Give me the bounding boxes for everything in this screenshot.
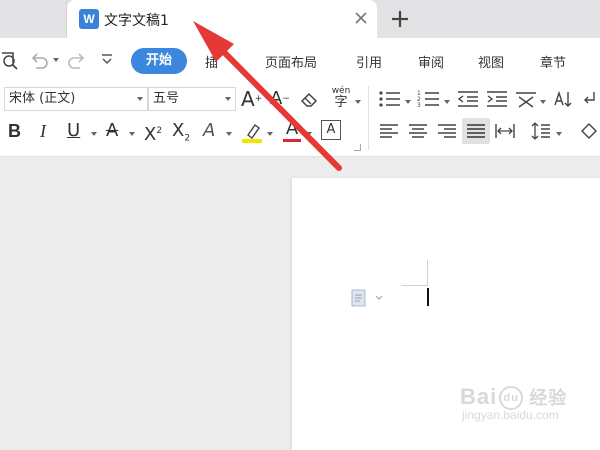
tab-view[interactable]: 视图 xyxy=(478,52,504,71)
font-color-dropdown-icon[interactable] xyxy=(306,132,312,136)
undo-icon[interactable] xyxy=(28,50,50,72)
ribbon: 开始 插 页面布局 引用 审阅 视图 章节 宋体 (正文) 五号 A+ A− w… xyxy=(0,38,600,157)
ribbon-group-separator xyxy=(368,86,369,150)
align-left-icon[interactable] xyxy=(378,122,400,140)
tab-previous[interactable] xyxy=(0,0,67,38)
bold-icon[interactable]: B xyxy=(8,120,21,142)
italic-icon[interactable]: I xyxy=(40,120,46,142)
margin-corner-mark xyxy=(401,285,427,286)
margin-corner-mark xyxy=(427,260,428,286)
watermark-brand: Bai xyxy=(460,384,498,409)
increase-indent-icon[interactable] xyxy=(485,89,509,109)
sort-icon[interactable] xyxy=(552,88,574,110)
superscript-icon[interactable]: X2 xyxy=(144,120,162,146)
writer-doc-icon: W xyxy=(79,9,99,29)
tab-review[interactable]: 审阅 xyxy=(418,52,444,71)
tab-title: 文字文稿1 xyxy=(104,13,169,29)
chinese-layout-dropdown-icon[interactable] xyxy=(540,100,546,104)
text-effect-icon[interactable]: A xyxy=(203,120,215,142)
font-dialog-launcher-icon[interactable] xyxy=(354,144,361,151)
paw-logo: du xyxy=(499,386,524,411)
print-preview-icon[interactable] xyxy=(0,50,22,72)
font-size-value: 五号 xyxy=(153,91,180,106)
show-paragraph-marks-icon[interactable] xyxy=(580,88,600,110)
chevron-down-icon xyxy=(225,97,231,101)
customize-toolbar-icon[interactable] xyxy=(100,52,114,68)
chevron-down-icon xyxy=(137,97,143,101)
new-tab-plus-icon[interactable] xyxy=(388,7,412,31)
underline-dropdown-icon[interactable] xyxy=(91,132,97,136)
baidu-jingyan-watermark: Bai du 经验 jingyan.baidu.com xyxy=(460,384,567,422)
strikethrough-dropdown-icon[interactable] xyxy=(129,132,135,136)
font-color-icon[interactable]: A xyxy=(282,118,302,142)
redo-icon[interactable] xyxy=(66,50,88,72)
tab-references[interactable]: 引用 xyxy=(356,52,382,71)
font-size-select[interactable]: 五号 xyxy=(148,87,236,111)
underline-icon[interactable]: U xyxy=(67,120,80,142)
svg-text:3: 3 xyxy=(417,102,421,109)
highlight-pen-icon[interactable] xyxy=(240,120,264,144)
undo-dropdown-icon[interactable] xyxy=(53,58,59,62)
tab-active-document[interactable]: W 文字文稿1 xyxy=(67,0,377,38)
numbered-list-dropdown-icon[interactable] xyxy=(444,100,450,104)
tab-home[interactable]: 开始 xyxy=(131,48,187,74)
shrink-font-icon[interactable]: A− xyxy=(270,88,290,110)
font-name-value: 宋体 (正文) xyxy=(9,91,76,106)
distributed-align-icon[interactable] xyxy=(494,122,516,140)
decrease-indent-icon[interactable] xyxy=(456,89,480,109)
chinese-layout-icon[interactable] xyxy=(514,89,538,109)
bullet-list-icon[interactable] xyxy=(378,89,402,109)
subscript-icon[interactable]: X2 xyxy=(172,120,190,150)
tab-bar: W 文字文稿1 xyxy=(0,0,600,38)
watermark-suffix: 经验 xyxy=(529,388,568,408)
watermark-url: jingyan.baidu.com xyxy=(462,408,559,423)
justify-icon[interactable] xyxy=(465,122,487,140)
paste-options-icon[interactable] xyxy=(350,288,384,308)
align-right-icon[interactable] xyxy=(436,122,458,140)
close-icon[interactable] xyxy=(351,8,371,28)
align-center-icon[interactable] xyxy=(407,122,429,140)
pinyin-dropdown-icon[interactable] xyxy=(355,100,361,104)
tab-section[interactable]: 章节 xyxy=(540,52,566,71)
clear-format-eraser-icon[interactable] xyxy=(298,88,320,110)
font-name-select[interactable]: 宋体 (正文) xyxy=(4,87,148,111)
tab-insert[interactable]: 插 xyxy=(205,52,218,71)
line-spacing-dropdown-icon[interactable] xyxy=(556,132,562,136)
text-effect-dropdown-icon[interactable] xyxy=(226,132,232,136)
bullet-list-dropdown-icon[interactable] xyxy=(405,100,411,104)
pinyin-guide-icon[interactable]: wén 字 xyxy=(326,86,356,110)
text-cursor xyxy=(427,288,429,306)
line-spacing-icon[interactable] xyxy=(530,120,552,142)
character-border-icon[interactable]: A xyxy=(321,120,341,140)
highlight-dropdown-icon[interactable] xyxy=(267,132,273,136)
strikethrough-icon[interactable]: A xyxy=(106,120,118,142)
grow-font-icon[interactable]: A+ xyxy=(241,88,262,110)
shading-icon[interactable] xyxy=(578,120,600,142)
numbered-list-icon[interactable]: 1 2 3 xyxy=(417,89,441,109)
tab-page-layout[interactable]: 页面布局 xyxy=(265,52,317,71)
